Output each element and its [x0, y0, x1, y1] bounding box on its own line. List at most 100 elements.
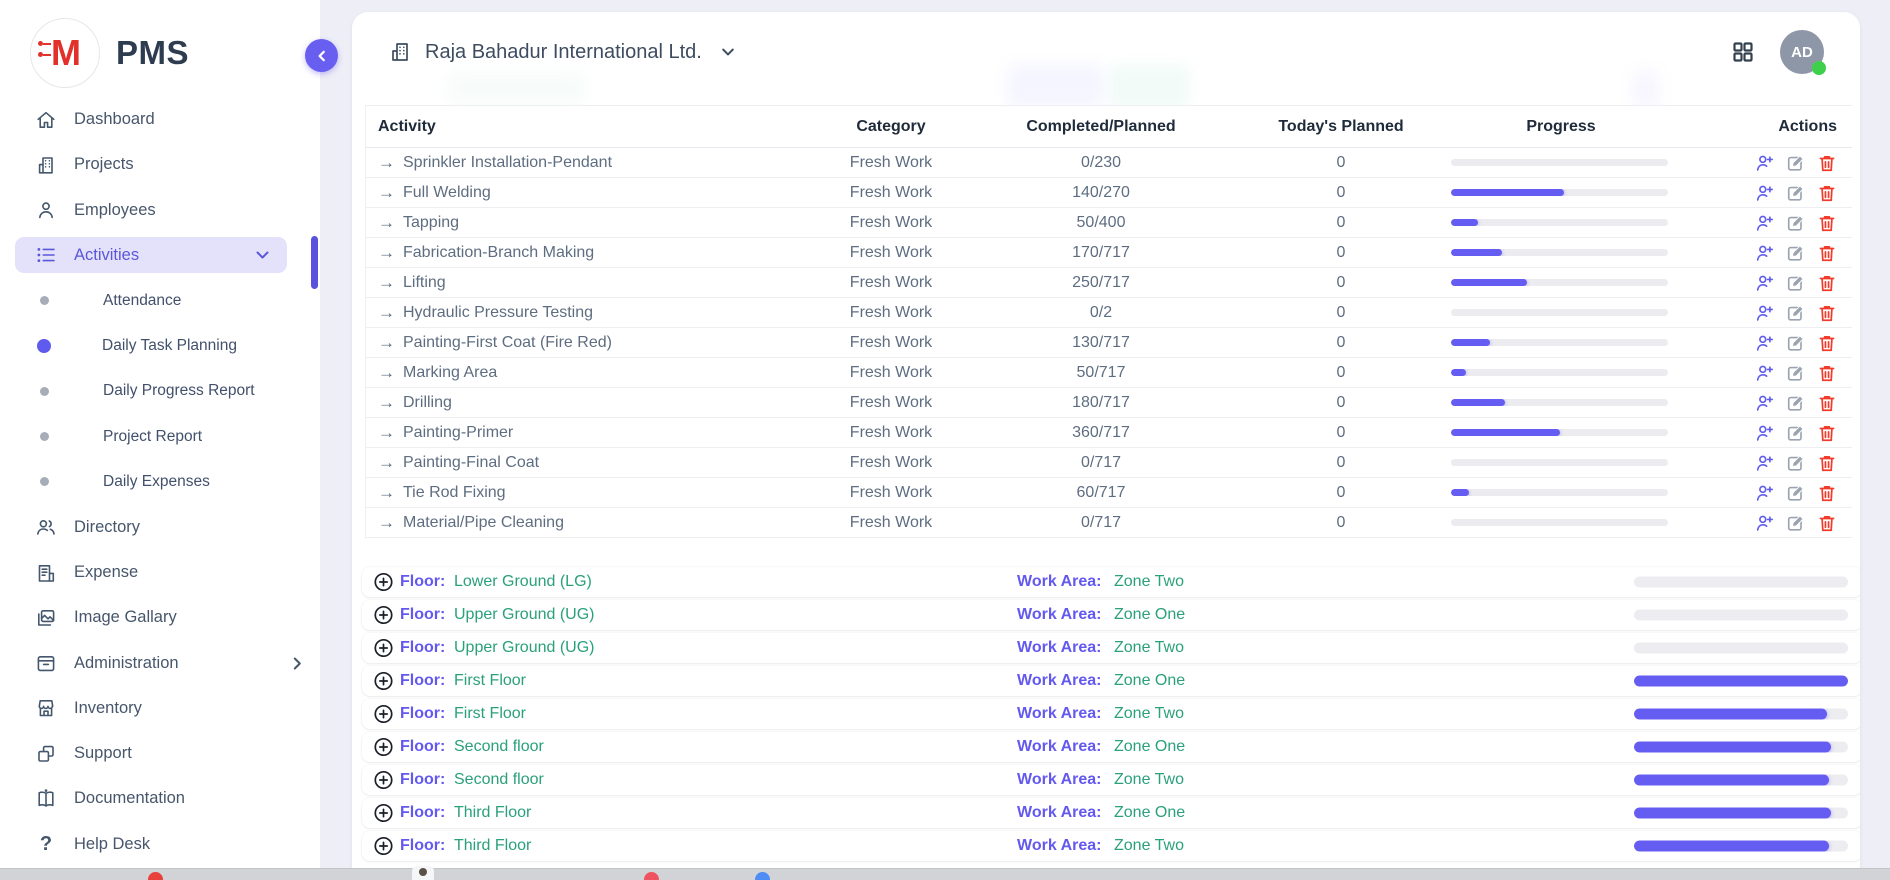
assign-user-button[interactable]: [1755, 333, 1775, 353]
sidebar-item-label: Help Desk: [74, 835, 150, 854]
assign-user-button[interactable]: [1755, 513, 1775, 533]
floor-row[interactable]: Floor: Upper Ground (UG) Work Area: Zone…: [362, 633, 1860, 663]
edit-button[interactable]: [1786, 213, 1806, 233]
red-app-icon[interactable]: [148, 872, 163, 880]
expand-plus-icon[interactable]: [374, 705, 393, 724]
assign-user-button[interactable]: [1755, 273, 1775, 293]
edit-button[interactable]: [1786, 423, 1806, 443]
edit-button[interactable]: [1786, 483, 1806, 503]
screenshot-tool-icon[interactable]: [412, 866, 434, 880]
delete-button[interactable]: [1817, 153, 1837, 173]
assign-user-button[interactable]: [1755, 183, 1775, 203]
floor-progress-bar: [1634, 577, 1848, 588]
sidebar-item-label: Inventory: [74, 699, 142, 718]
delete-button[interactable]: [1817, 213, 1837, 233]
assign-user-button[interactable]: [1755, 363, 1775, 383]
sidebar-item-dashboard[interactable]: Dashboard: [0, 97, 320, 142]
delete-button[interactable]: [1817, 393, 1837, 413]
activity-row: → Sprinkler Installation-Pendant Fresh W…: [366, 148, 1852, 178]
work-area-zone: Zone One: [1114, 804, 1185, 822]
delete-button[interactable]: [1817, 273, 1837, 293]
expand-plus-icon[interactable]: [374, 639, 393, 658]
apps-grid-icon[interactable]: [1732, 41, 1754, 63]
edit-button[interactable]: [1786, 393, 1806, 413]
assign-user-button[interactable]: [1755, 453, 1775, 473]
edit-button[interactable]: [1786, 153, 1806, 173]
user-avatar[interactable]: AD: [1780, 30, 1824, 74]
sidebar-item-help-desk[interactable]: ?Help Desk: [0, 822, 320, 867]
floor-row[interactable]: Floor: First Floor Work Area: Zone One: [362, 666, 1860, 696]
floor-progress-bar: [1634, 742, 1848, 753]
sidebar-item-administration[interactable]: Administration: [0, 640, 320, 685]
sidebar-subitem-project-report[interactable]: Project Report: [0, 414, 320, 459]
floor-row[interactable]: Floor: First Floor Work Area: Zone Two: [362, 699, 1860, 729]
expand-plus-icon[interactable]: [374, 804, 393, 823]
delete-button[interactable]: [1817, 483, 1837, 503]
bullet-dot-icon: [37, 339, 51, 353]
floor-row[interactable]: Floor: Third Floor Work Area: Zone Two: [362, 831, 1860, 861]
edit-button[interactable]: [1786, 363, 1806, 383]
assign-user-button[interactable]: [1755, 483, 1775, 503]
expand-plus-icon[interactable]: [374, 672, 393, 691]
expand-plus-icon[interactable]: [374, 837, 393, 856]
sidebar-item-inventory[interactable]: Inventory: [0, 686, 320, 731]
assign-user-button[interactable]: [1755, 423, 1775, 443]
delete-button[interactable]: [1817, 333, 1837, 353]
active-item-rail: [311, 236, 318, 289]
expand-plus-icon[interactable]: [374, 738, 393, 757]
sidebar-item-projects[interactable]: Projects: [0, 142, 320, 187]
assign-user-button[interactable]: [1755, 153, 1775, 173]
edit-button[interactable]: [1786, 453, 1806, 473]
edit-button[interactable]: [1786, 333, 1806, 353]
blue-app-icon[interactable]: [755, 872, 770, 880]
expand-plus-icon[interactable]: [374, 573, 393, 592]
assign-user-button[interactable]: [1755, 243, 1775, 263]
activity-row: → Painting-Final Coat Fresh Work 0/717 0: [366, 448, 1852, 478]
sidebar-subitem-daily-progress-report[interactable]: Daily Progress Report: [0, 369, 320, 414]
column-header-activity: Activity: [366, 118, 826, 136]
expand-plus-icon[interactable]: [374, 771, 393, 790]
todays-planned-cell: 0: [1246, 154, 1436, 172]
sidebar-subitem-daily-expenses[interactable]: Daily Expenses: [0, 459, 320, 504]
delete-button[interactable]: [1817, 453, 1837, 473]
edit-button[interactable]: [1786, 273, 1806, 293]
floor-row[interactable]: Floor: Second floor Work Area: Zone One: [362, 732, 1860, 762]
assign-user-button[interactable]: [1755, 303, 1775, 323]
sidebar-item-employees[interactable]: Employees: [0, 188, 320, 233]
sidebar-item-expense[interactable]: Expense: [0, 550, 320, 595]
delete-button[interactable]: [1817, 363, 1837, 383]
progress-cell: [1436, 339, 1686, 346]
delete-button[interactable]: [1817, 513, 1837, 533]
delete-button[interactable]: [1817, 183, 1837, 203]
assign-user-button[interactable]: [1755, 213, 1775, 233]
sidebar-subitem-daily-task-planning[interactable]: Daily Task Planning: [0, 323, 320, 368]
edit-button[interactable]: [1786, 513, 1806, 533]
pink-app-icon[interactable]: [644, 872, 659, 880]
floor-row[interactable]: Floor: Third Floor Work Area: Zone One: [362, 798, 1860, 828]
floor-row[interactable]: Floor: Second floor Work Area: Zone Two: [362, 765, 1860, 795]
expand-plus-icon[interactable]: [374, 606, 393, 625]
delete-button[interactable]: [1817, 243, 1837, 263]
sidebar-collapse-button[interactable]: [305, 39, 338, 72]
sidebar-subitem-attendance[interactable]: Attendance: [0, 278, 320, 323]
assign-user-button[interactable]: [1755, 393, 1775, 413]
edit-button[interactable]: [1786, 303, 1806, 323]
floor-row[interactable]: Floor: Upper Ground (UG) Work Area: Zone…: [362, 600, 1860, 630]
company-selector[interactable]: Raja Bahadur International Ltd.: [388, 40, 736, 64]
archive-icon: [34, 651, 58, 675]
sidebar-item-activities[interactable]: Activities: [15, 237, 287, 273]
todays-planned-cell: 0: [1246, 214, 1436, 232]
sidebar-item-directory[interactable]: Directory: [0, 505, 320, 550]
edit-button[interactable]: [1786, 183, 1806, 203]
delete-button[interactable]: [1817, 303, 1837, 323]
floor-label: Floor:: [400, 606, 445, 624]
edit-button[interactable]: [1786, 243, 1806, 263]
sidebar-item-support[interactable]: Support: [0, 731, 320, 776]
floor-row[interactable]: Floor: Lower Ground (LG) Work Area: Zone…: [362, 567, 1860, 597]
sidebar-item-documentation[interactable]: Documentation: [0, 776, 320, 821]
category-cell: Fresh Work: [826, 514, 956, 532]
completed-planned-cell: 0/717: [956, 454, 1246, 472]
chevron-down-icon: [720, 44, 736, 60]
delete-button[interactable]: [1817, 423, 1837, 443]
sidebar-item-image-gallary[interactable]: Image Gallary: [0, 595, 320, 640]
